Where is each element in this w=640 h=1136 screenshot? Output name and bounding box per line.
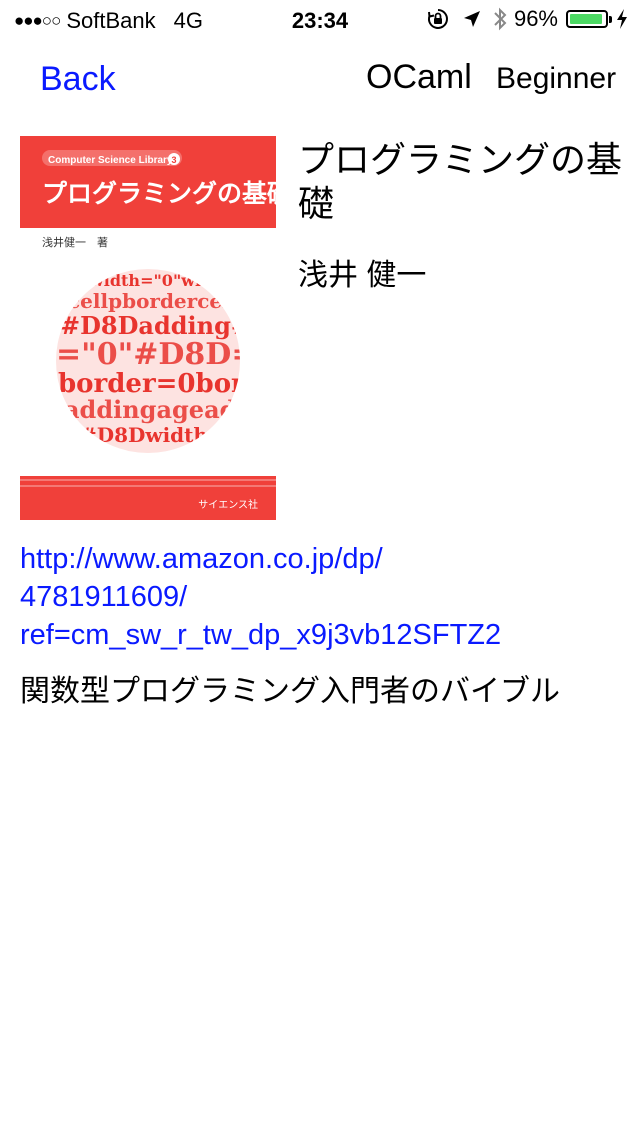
orientation-lock-icon xyxy=(426,7,450,31)
battery-percentage: 96% xyxy=(513,6,558,31)
book-cover-image: Computer Science Library 3 プログラミングの基礎 浅井… xyxy=(20,136,276,520)
cover-series-number: 3 xyxy=(171,155,176,165)
battery-tip xyxy=(609,15,612,23)
back-button[interactable]: Back xyxy=(40,60,116,99)
book-title: プログラミングの基礎 xyxy=(298,139,623,224)
status-bar: ●●●○○ SoftBank 4G 23:34 96% xyxy=(0,0,640,40)
amazon-link-line: http://www.amazon.co.jp/dp/ xyxy=(20,543,383,575)
location-arrow-icon xyxy=(462,9,482,29)
nav-level-label: Beginner xyxy=(496,62,617,95)
battery-level-fill xyxy=(570,14,603,24)
bluetooth-icon xyxy=(492,6,508,32)
charging-bolt-icon xyxy=(616,9,628,29)
amazon-link-line: 4781911609/ xyxy=(20,581,188,613)
cover-series: Computer Science Library xyxy=(48,155,173,166)
navigation-bar: Back OCaml Beginner xyxy=(0,40,640,126)
amazon-link-line: ref=cm_sw_r_tw_dp_x9j3vb12SFTZ2 xyxy=(20,619,502,651)
cover-author: 浅井健一 著 xyxy=(42,235,108,249)
amazon-link[interactable]: http://www.amazon.co.jp/dp/ 4781911609/ … xyxy=(20,540,620,654)
book-description: 関数型プログラミング入門者のバイブル xyxy=(20,675,560,708)
cover-title: プログラミングの基礎 xyxy=(42,179,276,208)
battery-icon xyxy=(566,10,608,28)
book-author: 浅井 健一 xyxy=(298,259,427,292)
cover-publisher: サイエンス社 xyxy=(198,498,258,511)
status-right: 96% xyxy=(426,6,628,32)
nav-title: OCaml xyxy=(366,58,472,96)
